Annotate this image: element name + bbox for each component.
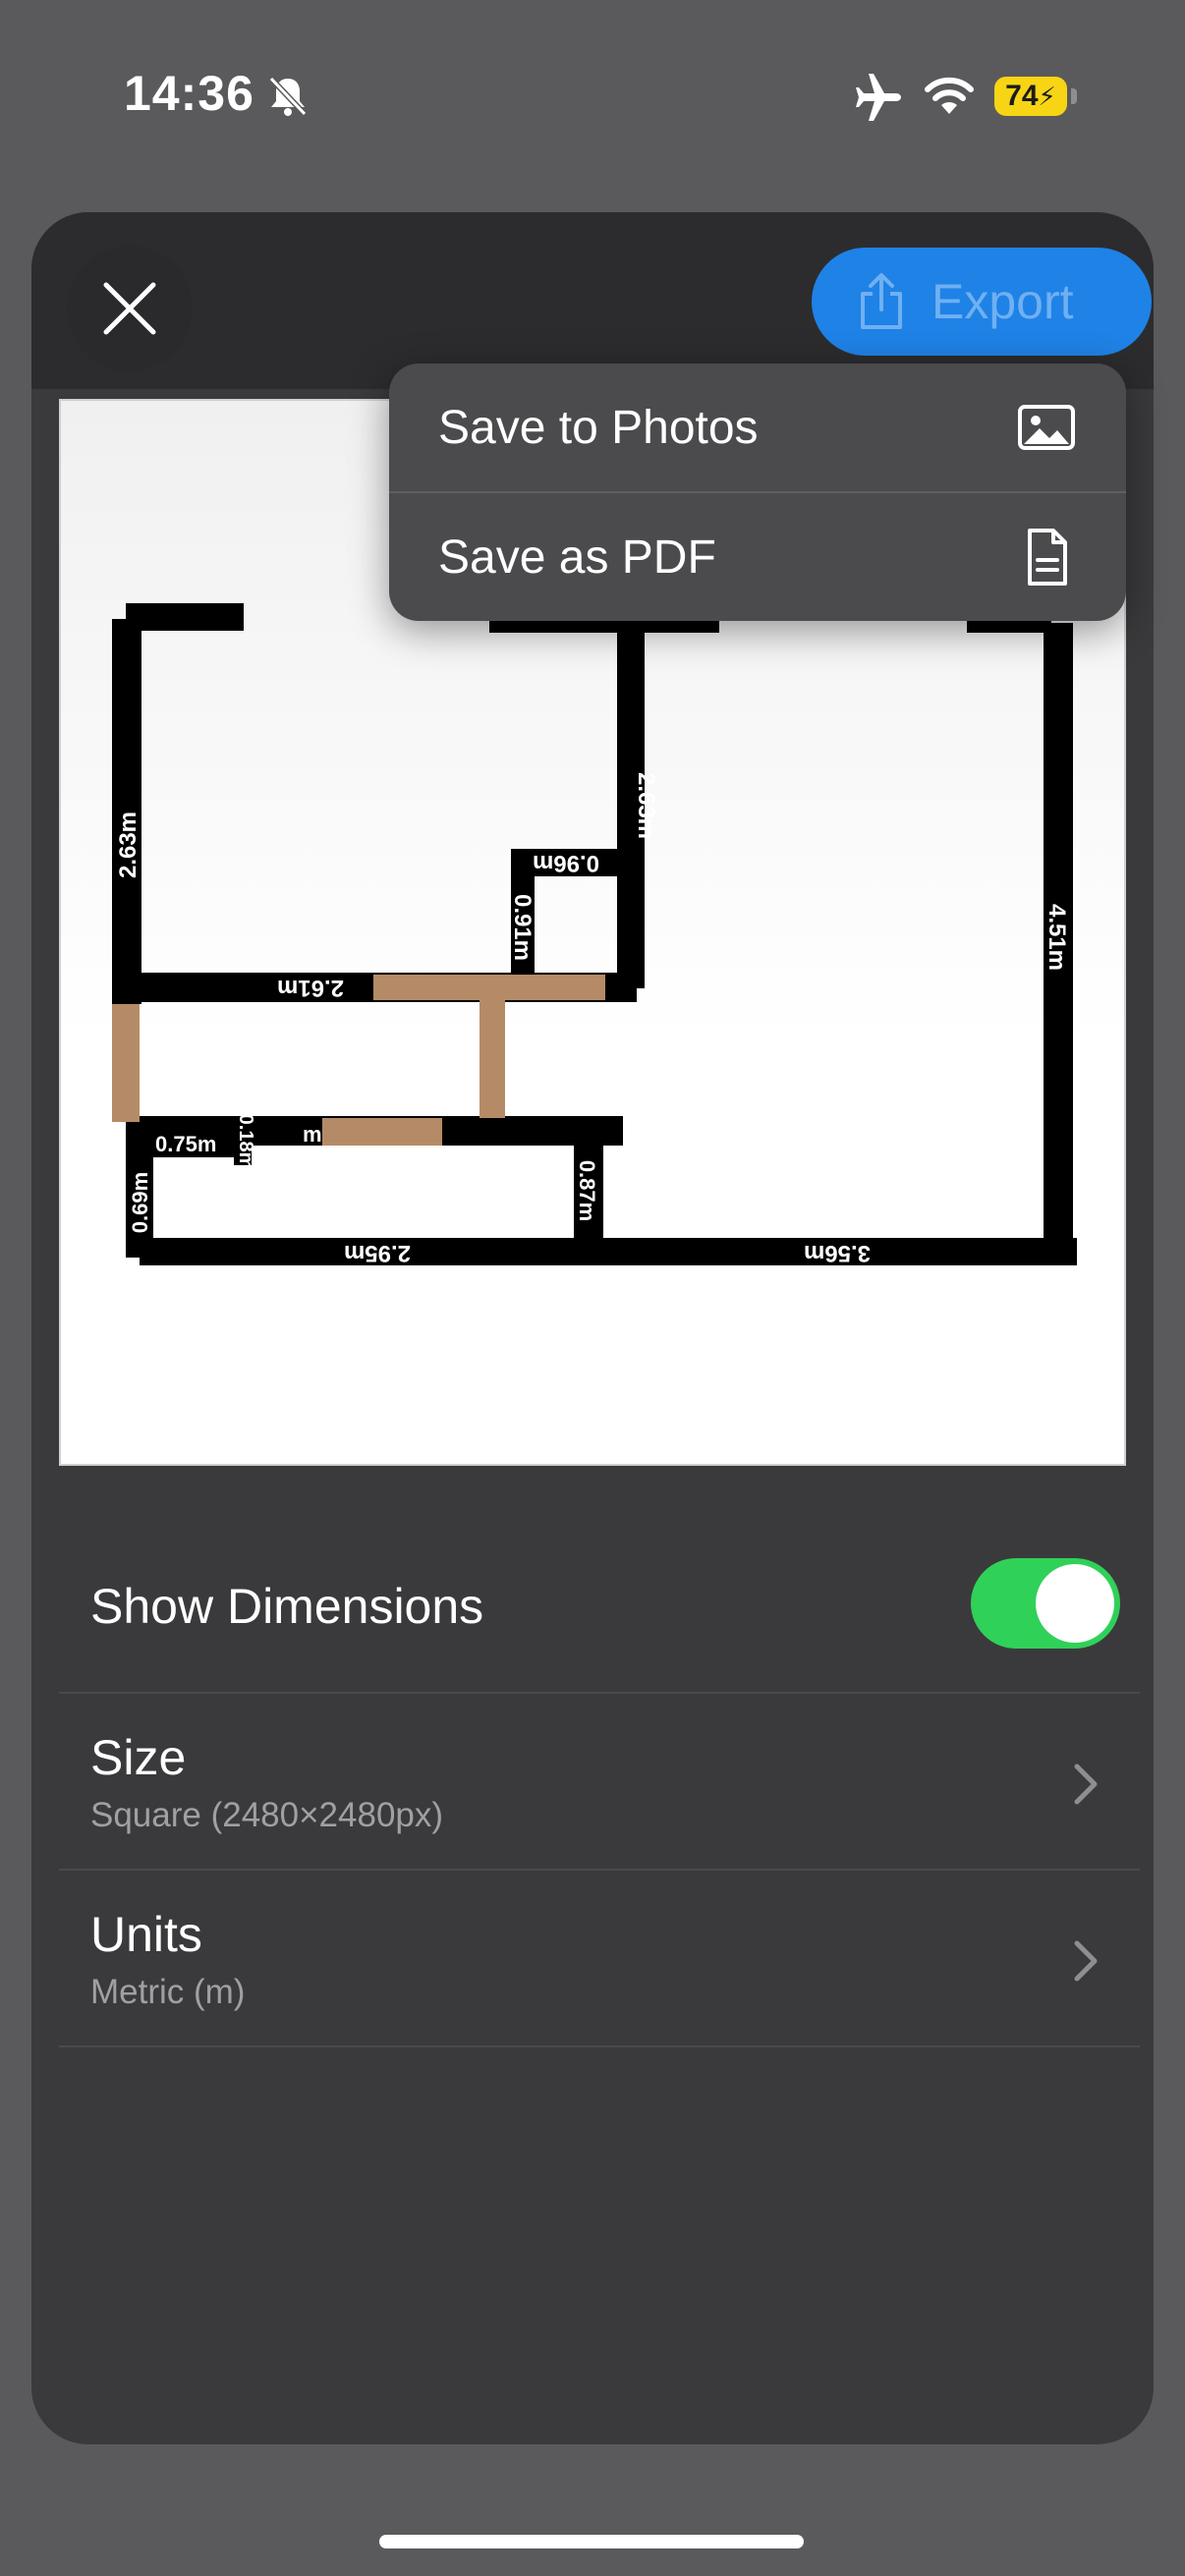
dim-label: 0.75m — [155, 1132, 216, 1156]
wall-segment — [126, 603, 244, 631]
door — [322, 1118, 442, 1146]
dim-label: 4.51m — [1044, 904, 1070, 971]
dim-label: 0.69m — [128, 1172, 152, 1233]
dim-label: 0.91m — [509, 894, 536, 961]
dim-label: 2.63m — [115, 812, 141, 878]
show-dimensions-toggle[interactable] — [971, 1558, 1120, 1649]
dim-label: m — [303, 1122, 322, 1147]
dim-label: 3.56m — [804, 1240, 871, 1266]
door — [112, 1004, 140, 1122]
units-label: Units — [90, 1907, 202, 1962]
export-label: Export — [931, 274, 1074, 329]
battery-level: 74 — [1005, 80, 1039, 112]
dim-label: 2.61m — [277, 975, 344, 1001]
units-value: Metric (m) — [90, 1973, 246, 2011]
document-icon — [1028, 529, 1067, 586]
save-as-pdf-label: Save as PDF — [438, 531, 716, 584]
units-row[interactable]: Units Metric (m) — [59, 1871, 1140, 2047]
share-icon — [861, 273, 902, 329]
show-dimensions-label: Show Dimensions — [90, 1579, 484, 1634]
save-as-pdf-item[interactable]: Save as PDF — [389, 493, 1126, 621]
chevron-right-icon — [1074, 1764, 1098, 1805]
export-menu: Save to Photos Save as PDF — [389, 364, 1126, 621]
door — [480, 992, 505, 1118]
dim-label: 0.96m — [533, 850, 599, 876]
save-to-photos-label: Save to Photos — [438, 401, 759, 454]
save-to-photos-item[interactable]: Save to Photos — [389, 364, 1126, 491]
battery-tip — [1071, 88, 1077, 104]
airplane-icon — [856, 74, 901, 121]
toggle-knob — [1036, 1564, 1114, 1643]
chevron-right-icon — [1074, 1940, 1098, 1982]
show-dimensions-row[interactable]: Show Dimensions — [59, 1513, 1140, 1694]
charging-bolt-icon: ⚡ — [1038, 81, 1056, 111]
size-label: Size — [90, 1730, 187, 1785]
status-time: 14:36 — [124, 66, 254, 121]
dim-label: 0.18m — [235, 1114, 256, 1170]
close-icon — [103, 282, 156, 335]
dim-label: 0.87m — [575, 1160, 599, 1221]
status-bar: 14:36 74 ⚡ — [0, 0, 1185, 196]
export-button[interactable]: Export — [812, 248, 1152, 356]
dim-label: 2.95m — [344, 1240, 411, 1266]
bottom-wall — [140, 1238, 1077, 1265]
size-row[interactable]: Size Square (2480×2480px) — [59, 1694, 1140, 1871]
home-indicator[interactable] — [379, 2535, 804, 2548]
size-value: Square (2480×2480px) — [90, 1796, 444, 1834]
close-button[interactable] — [67, 246, 193, 371]
battery-indicator: 74 ⚡ — [994, 77, 1067, 116]
photo-icon — [1018, 405, 1075, 450]
wifi-icon — [925, 77, 974, 114]
dim-label: 2.63m — [633, 772, 659, 839]
bell-slash-icon — [268, 76, 308, 117]
